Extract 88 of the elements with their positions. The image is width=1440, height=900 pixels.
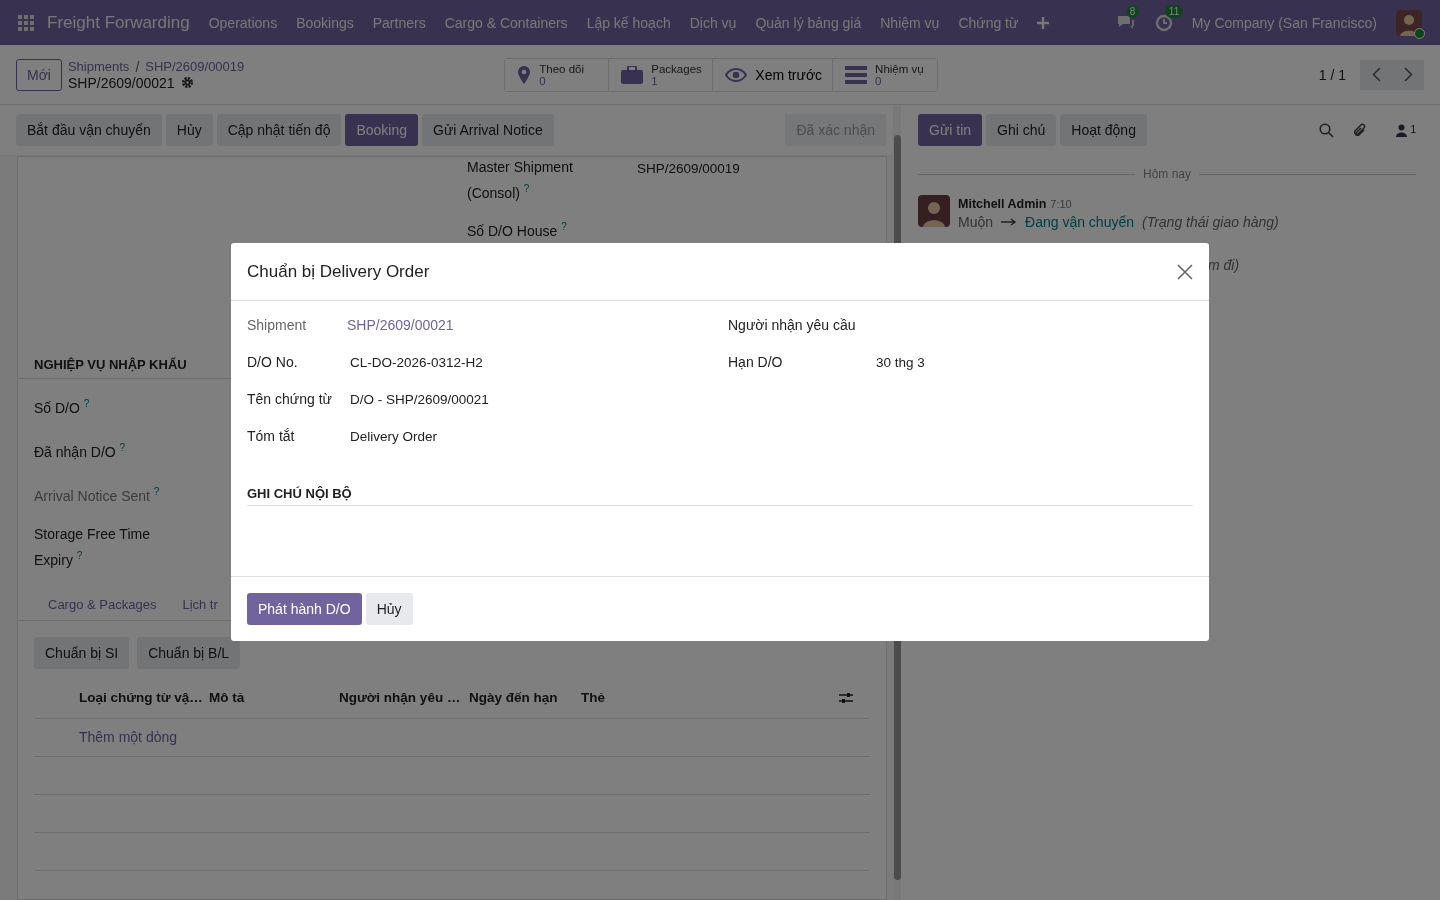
field-label: Tóm tắt bbox=[247, 428, 296, 444]
status-action-button[interactable]: Booking bbox=[345, 114, 418, 146]
field-value[interactable]: D/O - SHP/2609/00021 bbox=[347, 392, 489, 407]
right-arrow-icon bbox=[1001, 218, 1018, 226]
chatter-button[interactable]: Hoạt động bbox=[1060, 114, 1147, 146]
column-header[interactable]: Người nhận yêu … bbox=[339, 690, 469, 706]
field-label: Đã nhận D/O $^{?}$ bbox=[34, 440, 127, 462]
field-label: Arrival Notice Sent $^{?}$ bbox=[34, 484, 161, 506]
chatter-button[interactable]: Gửi tin bbox=[918, 114, 983, 146]
follower-count: 1 bbox=[1410, 123, 1416, 135]
field-value[interactable]: CL-DO-2026-0312-H2 bbox=[347, 355, 483, 370]
pager-counter: 1 / 1 bbox=[1318, 66, 1346, 83]
company-name[interactable]: My Company (San Francisco) bbox=[1191, 14, 1377, 31]
field-label: Số D/O House $^{?}$ bbox=[467, 219, 568, 241]
author-avatar-icon bbox=[918, 195, 950, 227]
status-action-button[interactable]: Hủy bbox=[165, 114, 213, 146]
chatter-button[interactable]: Ghi chú bbox=[986, 114, 1057, 146]
previous-button[interactable] bbox=[1360, 59, 1392, 90]
new-value: Đang vận chuyển bbox=[1025, 214, 1134, 230]
person-icon[interactable] bbox=[1396, 123, 1408, 137]
menu-item[interactable]: Partners bbox=[372, 14, 426, 31]
dialog-button[interactable]: Phát hành D/O bbox=[247, 593, 362, 625]
field-label: Shipment bbox=[247, 317, 308, 333]
eye-icon bbox=[725, 67, 748, 82]
message-author: Mitchell Admin bbox=[958, 197, 1047, 211]
menu-item[interactable]: Nhiệm vụ bbox=[880, 14, 940, 31]
field-value: SHP/2609/00019 bbox=[637, 160, 740, 178]
briefcase-icon bbox=[621, 65, 644, 84]
menu-item[interactable]: Quản lý bảng giá bbox=[755, 14, 862, 31]
next-button[interactable] bbox=[1392, 59, 1424, 90]
field-label: D/O No. bbox=[247, 354, 299, 370]
menu-item[interactable]: Operations bbox=[208, 14, 278, 31]
field-value[interactable]: 30 thg 3 bbox=[873, 355, 925, 370]
notebook-tab[interactable]: Lịch tr bbox=[182, 596, 218, 612]
message-count-badge: 8 bbox=[1125, 4, 1140, 18]
gear-icon[interactable] bbox=[180, 76, 194, 89]
message-text: m đi) bbox=[1208, 257, 1240, 273]
notebook-tab[interactable]: Cargo & Packages bbox=[48, 596, 157, 612]
old-value: Muộn bbox=[958, 214, 994, 230]
menu-item[interactable]: Dịch vụ bbox=[689, 14, 737, 31]
status-action-button[interactable]: Cập nhật tiến độ bbox=[216, 114, 342, 146]
column-settings-icon[interactable] bbox=[839, 691, 853, 704]
record-link[interactable]: SHP/2609/00021 bbox=[347, 317, 454, 333]
field-value[interactable]: Delivery Order bbox=[347, 429, 438, 444]
column-header[interactable]: Loại chứng từ vậ… bbox=[79, 690, 209, 706]
record-title: SHP/2609/00021 bbox=[67, 74, 175, 91]
menu-item[interactable]: Cargo & Containers bbox=[444, 14, 568, 31]
column-header[interactable]: Thẻ bbox=[581, 690, 641, 706]
dialog-title: Chuẩn bị Delivery Order bbox=[247, 261, 430, 282]
field-label: Người nhận yêu cầu bbox=[728, 317, 857, 333]
status-action-button[interactable]: Bắt đầu vận chuyển bbox=[16, 114, 162, 146]
clock-icon[interactable] bbox=[1154, 13, 1173, 32]
menu-item[interactable]: Bookings bbox=[296, 14, 354, 31]
online-status-dot bbox=[1414, 27, 1425, 39]
field-label: Số D/O $^{?}$ bbox=[34, 397, 91, 418]
field-label: Storage Free Time Expiry $^{?}$ bbox=[34, 525, 151, 570]
close-icon[interactable] bbox=[1177, 263, 1193, 280]
new-button[interactable]: Mới bbox=[16, 58, 62, 91]
plus-icon[interactable] bbox=[1037, 16, 1050, 29]
column-header[interactable]: Ngày đến hạn bbox=[469, 690, 581, 706]
field-label: Master Shipment (Consol) $^{?}$ bbox=[467, 158, 574, 203]
breadcrumb-link[interactable]: SHP/2609/00019 bbox=[145, 59, 245, 74]
field-label: Hạn D/O bbox=[728, 354, 784, 370]
menu-item[interactable]: Chứng từ bbox=[958, 14, 1019, 31]
section-title: GHI CHÚ NỘI BỘ bbox=[247, 486, 1193, 506]
chevron-left-icon bbox=[1371, 67, 1381, 82]
user-avatar-icon[interactable] bbox=[1396, 9, 1422, 36]
activity-count-badge: 11 bbox=[1164, 4, 1184, 18]
date-separator: Hôm nay bbox=[1143, 167, 1191, 181]
map-pin-icon bbox=[517, 65, 532, 84]
search-icon[interactable] bbox=[1319, 122, 1335, 138]
list-icon bbox=[845, 65, 868, 84]
chevron-right-icon bbox=[1403, 67, 1413, 82]
app-name[interactable]: Freight Forwarding bbox=[47, 12, 190, 33]
breadcrumb-separator: / bbox=[135, 58, 140, 75]
status-action-button[interactable]: Gửi Arrival Notice bbox=[422, 114, 554, 146]
smart-button[interactable]: Theo dõi 0 bbox=[505, 58, 610, 91]
dialog-button[interactable]: Hủy bbox=[365, 593, 413, 625]
column-header[interactable]: Mô tả bbox=[209, 690, 339, 706]
breadcrumb-link[interactable]: Shipments bbox=[67, 59, 130, 74]
app-grid-icon[interactable] bbox=[18, 14, 34, 31]
field-label: Tên chứng từ bbox=[247, 391, 333, 407]
message-time: 7:10 bbox=[1050, 198, 1072, 210]
tab-action-button[interactable]: Chuẩn bị SI bbox=[34, 636, 130, 669]
add-line-link[interactable]: Thêm một dòng bbox=[79, 729, 178, 746]
tab-action-button[interactable]: Chuẩn bị B/L bbox=[137, 636, 241, 669]
changed-field-name: (Trạng thái giao hàng) bbox=[1142, 214, 1279, 230]
menu-item[interactable]: Lập kế hoạch bbox=[586, 14, 671, 31]
